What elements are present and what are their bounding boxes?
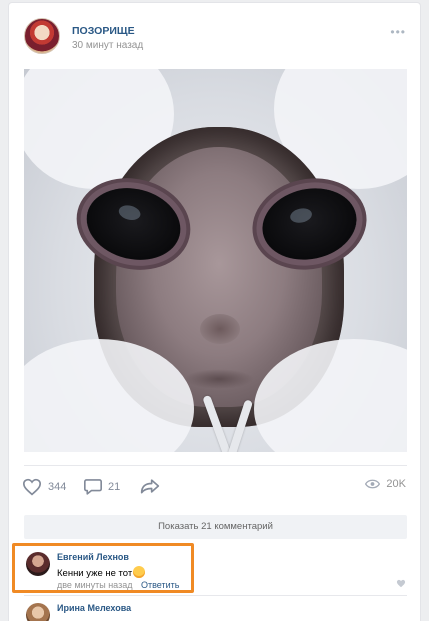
post-header: ПОЗОРИЩЕ 30 минут назад •••: [9, 3, 420, 63]
comment-author[interactable]: Евгений Лехнов: [57, 552, 129, 562]
share-arrow-icon: [140, 479, 160, 494]
eye-icon: [365, 479, 381, 489]
show-comments-button[interactable]: Показать 21 комментарий: [24, 515, 407, 539]
post-actions: 344 21 20K: [9, 465, 420, 509]
emoji-icon: [133, 566, 146, 578]
post-time[interactable]: 30 минут назад: [72, 40, 143, 51]
commenter-avatar[interactable]: [26, 552, 50, 576]
post-photo[interactable]: [24, 69, 407, 452]
comment-icon: [84, 479, 102, 495]
post-card: ПОЗОРИЩЕ 30 минут назад ••• 344 21 20K П…: [8, 2, 421, 621]
community-avatar[interactable]: [24, 18, 60, 54]
commenter-avatar[interactable]: [26, 603, 50, 621]
reply-button[interactable]: Ответить: [141, 580, 179, 590]
post-author[interactable]: ПОЗОРИЩЕ: [72, 25, 135, 37]
comment-count: 21: [108, 480, 121, 493]
comment-item: Евгений Лехнов Кенни уже не тот две мину…: [9, 543, 420, 595]
like-count: 344: [48, 481, 67, 493]
comment-button[interactable]: 21: [84, 478, 120, 495]
divider: [24, 595, 407, 596]
views-counter: 20K: [365, 478, 406, 490]
like-button[interactable]: 344: [22, 478, 66, 496]
comment-like-heart-icon[interactable]: [396, 579, 406, 588]
comment-text: Кенни уже не тот: [57, 566, 146, 579]
share-button[interactable]: [140, 478, 166, 494]
comment-author[interactable]: Ирина Мелехова: [57, 603, 131, 613]
comment-time[interactable]: две минуты назад: [57, 580, 132, 590]
views-count: 20K: [386, 478, 406, 490]
comment-item: Ирина Мелехова: [9, 599, 420, 621]
more-dots-icon[interactable]: •••: [390, 25, 406, 39]
comment-meta: две минуты назад Ответить: [57, 580, 179, 590]
heart-icon: [22, 478, 42, 496]
